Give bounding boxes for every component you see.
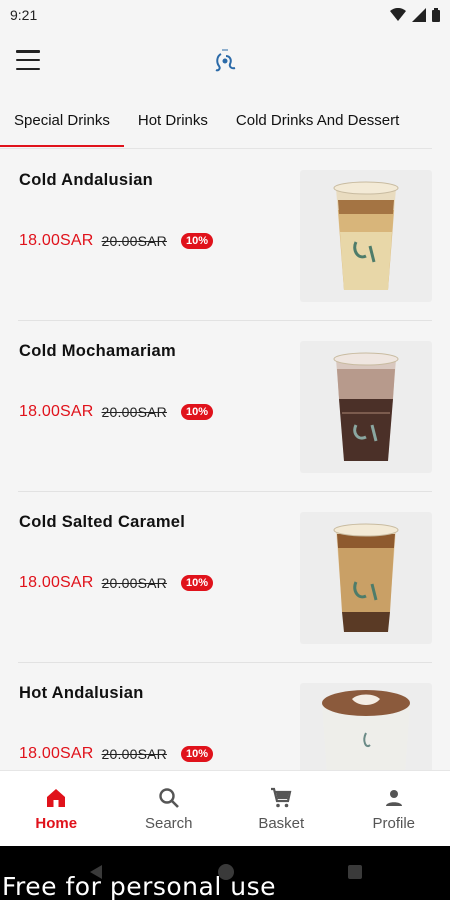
iced-caramel-cup-icon (333, 523, 399, 632)
bottom-navigation: Home Search Basket Profile (0, 770, 450, 846)
cart-icon (271, 787, 292, 807)
discount-badge: 10% (180, 233, 213, 249)
product-old-price: 20.00SAR (101, 746, 167, 762)
menu-icon[interactable] (16, 50, 40, 70)
price-row: 18.00SAR 20.00SAR 10% (19, 745, 213, 763)
discount-badge: 10% (180, 404, 213, 420)
price-row: 18.00SAR 20.00SAR 10% (19, 574, 213, 592)
search-icon (159, 787, 179, 808)
price-row: 18.00SAR 20.00SAR 10% (19, 232, 213, 250)
price-row: 18.00SAR 20.00SAR 10% (19, 403, 213, 421)
product-price: 18.00SAR (19, 232, 94, 249)
product-name: Cold Mochamariam (19, 342, 176, 360)
tab-hot-drinks[interactable]: Hot Drinks (124, 92, 222, 148)
person-icon (385, 789, 402, 806)
iced-mocha-cup-icon (333, 352, 399, 461)
recents-icon[interactable] (347, 864, 363, 880)
product-name: Hot Andalusian (19, 684, 144, 702)
product-list[interactable]: Cold Andalusian 18.00SAR 20.00SAR 10% Co… (0, 150, 450, 770)
product-name: Cold Salted Caramel (19, 513, 186, 531)
product-price: 18.00SAR (19, 574, 94, 591)
product-item[interactable]: Cold Mochamariam 18.00SAR 20.00SAR 10% (18, 321, 432, 492)
nav-search[interactable]: Search (113, 771, 226, 846)
battery-icon (432, 8, 440, 22)
product-image[interactable] (300, 512, 432, 644)
nav-profile[interactable]: Profile (338, 771, 450, 846)
home-icon (47, 788, 66, 807)
product-name: Cold Andalusian (19, 171, 154, 189)
watermark-text: Free for personal use (2, 872, 276, 900)
discount-badge: 10% (180, 746, 213, 762)
product-item[interactable]: Hot Andalusian 18.00SAR 20.00SAR 10% (18, 663, 432, 770)
hot-latte-cup-icon (322, 690, 410, 770)
nav-home-label: Home (35, 814, 78, 832)
category-tabs: Special Drinks Hot Drinks Cold Drinks An… (0, 92, 450, 148)
product-old-price: 20.00SAR (101, 575, 167, 591)
status-icons (390, 8, 440, 22)
product-image[interactable] (300, 683, 432, 770)
brand-logo (215, 49, 236, 72)
tab-special-drinks[interactable]: Special Drinks (0, 92, 124, 148)
tab-cold-drinks-and-dessert[interactable]: Cold Drinks And Dessert (222, 92, 413, 148)
product-image[interactable] (300, 170, 432, 302)
discount-badge: 10% (180, 575, 213, 591)
app-bar (0, 30, 450, 92)
product-item[interactable]: Cold Andalusian 18.00SAR 20.00SAR 10% (18, 150, 432, 321)
nav-basket-label: Basket (258, 814, 305, 832)
product-item[interactable]: Cold Salted Caramel 18.00SAR 20.00SAR 10… (18, 492, 432, 663)
nav-search-label: Search (144, 814, 193, 832)
status-time: 9:21 (10, 7, 38, 23)
product-price: 18.00SAR (19, 403, 94, 420)
product-old-price: 20.00SAR (101, 233, 167, 249)
product-image[interactable] (300, 341, 432, 473)
nav-home[interactable]: Home (0, 771, 113, 846)
nav-basket[interactable]: Basket (225, 771, 338, 846)
product-price: 18.00SAR (19, 745, 94, 762)
tabs-divider (0, 148, 432, 149)
status-bar: 9:21 (0, 0, 450, 30)
nav-profile-label: Profile (372, 814, 416, 832)
iced-latte-cup-icon (333, 181, 399, 290)
signal-icon (412, 8, 426, 22)
wifi-icon (390, 8, 406, 21)
product-old-price: 20.00SAR (101, 404, 167, 420)
